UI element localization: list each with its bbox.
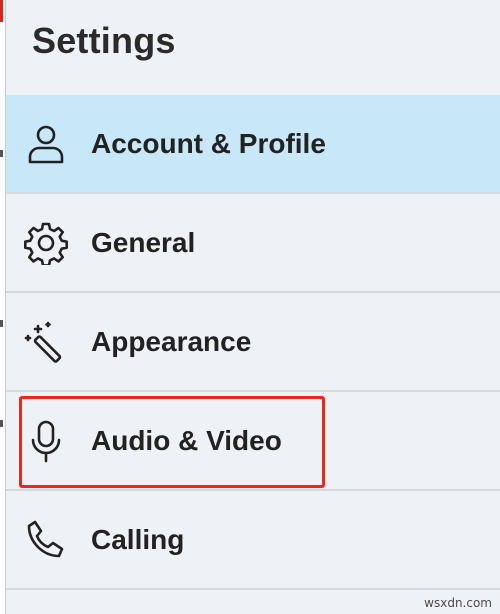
menu-item-label: Calling	[91, 523, 185, 555]
highlight-box	[19, 396, 325, 488]
edge-mark	[0, 420, 3, 427]
settings-menu: Account & Profile General Appearance Aud…	[6, 95, 500, 590]
menu-item-general[interactable]: General	[6, 194, 500, 293]
watermark: wsxdn.com	[424, 596, 492, 610]
menu-item-account-profile[interactable]: Account & Profile	[6, 95, 500, 194]
phone-icon	[24, 518, 68, 562]
edge-mark	[0, 320, 3, 327]
settings-panel: Settings Account & Profile General Appea…	[6, 0, 500, 614]
edge-mark	[0, 150, 3, 157]
menu-item-appearance[interactable]: Appearance	[6, 293, 500, 392]
person-icon	[24, 122, 68, 166]
close-indicator	[0, 0, 3, 22]
gear-icon	[24, 221, 68, 265]
menu-item-calling[interactable]: Calling	[6, 491, 500, 590]
menu-item-label: Account & Profile	[91, 127, 326, 159]
menu-item-label: General	[91, 226, 196, 258]
page-title: Settings	[32, 20, 176, 61]
menu-item-label: Appearance	[91, 325, 252, 357]
magic-wand-icon	[24, 320, 68, 364]
